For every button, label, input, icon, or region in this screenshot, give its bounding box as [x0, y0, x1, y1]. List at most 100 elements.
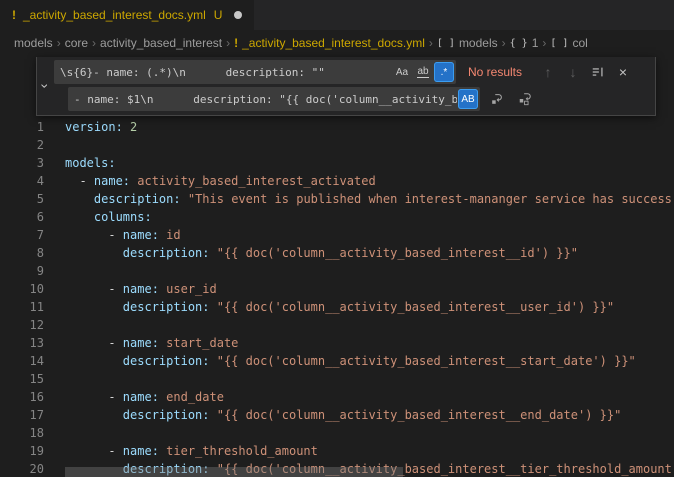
code-line[interactable]: - name: user_id	[65, 280, 674, 298]
warning-icon: !	[234, 36, 238, 50]
code-token: name:	[123, 336, 159, 350]
toggle-replace-button[interactable]: ›	[37, 60, 54, 111]
gutter: 1234567891011121314151617181920	[0, 118, 44, 477]
code-token: -	[65, 444, 123, 458]
line-number[interactable]: 20	[0, 460, 44, 477]
line-number[interactable]: 12	[0, 316, 44, 334]
line-number[interactable]: 11	[0, 298, 44, 316]
vscode-window: ! _activity_based_interest_docs.yml U mo…	[0, 0, 674, 477]
line-number[interactable]: 4	[0, 172, 44, 190]
line-number[interactable]: 13	[0, 334, 44, 352]
breadcrumb-item[interactable]: { }1	[510, 36, 539, 50]
previous-match-button[interactable]: ↑	[537, 61, 559, 83]
code-line[interactable]: columns:	[65, 208, 674, 226]
code-line[interactable]: - name: start_date	[65, 334, 674, 352]
replace-input[interactable]	[74, 93, 457, 106]
code-line[interactable]: description: "This event is published wh…	[65, 190, 674, 208]
code-token	[210, 246, 217, 260]
breadcrumb-item[interactable]: [ ]col	[550, 36, 587, 50]
code-line[interactable]: models:	[65, 154, 674, 172]
breadcrumb-label: core	[65, 36, 88, 50]
code-token: name:	[123, 444, 159, 458]
line-number[interactable]: 14	[0, 352, 44, 370]
tab-active-file[interactable]: ! _activity_based_interest_docs.yml U	[0, 0, 255, 30]
replace-all-button[interactable]	[514, 88, 536, 110]
close-button[interactable]: ×	[612, 61, 634, 83]
code-token: description:	[94, 192, 181, 206]
replace-icon	[490, 92, 504, 106]
line-number[interactable]: 9	[0, 262, 44, 280]
code-token: description:	[123, 354, 210, 368]
code-token: end_date	[166, 390, 224, 404]
line-number[interactable]: 8	[0, 244, 44, 262]
code-line[interactable]: version: 2	[65, 118, 674, 136]
find-in-selection-button[interactable]	[587, 61, 609, 83]
replace-input-box: AB	[68, 87, 480, 111]
breadcrumb-separator: ›	[429, 36, 433, 50]
regex-button[interactable]: .*	[434, 62, 454, 82]
breadcrumb-item[interactable]: core	[65, 36, 88, 50]
line-number[interactable]: 10	[0, 280, 44, 298]
breadcrumb-separator: ›	[542, 36, 546, 50]
line-number[interactable]: 18	[0, 424, 44, 442]
editor[interactable]: 1234567891011121314151617181920 version:…	[0, 56, 674, 477]
code-token: name:	[123, 390, 159, 404]
line-number[interactable]: 15	[0, 370, 44, 388]
code-token	[65, 408, 123, 422]
line-number[interactable]: 17	[0, 406, 44, 424]
code-token: tier_threshold_amount	[166, 444, 318, 458]
whole-word-button[interactable]: ab	[413, 62, 433, 82]
line-number[interactable]: 19	[0, 442, 44, 460]
code-line[interactable]: - name: id	[65, 226, 674, 244]
line-number[interactable]: 5	[0, 190, 44, 208]
breadcrumb-separator: ›	[502, 36, 506, 50]
code-token	[65, 192, 94, 206]
code-token: "{{ doc('column__activity_based_interest…	[217, 300, 614, 314]
symbol-array-icon: [ ]	[550, 38, 568, 49]
line-number[interactable]: 1	[0, 118, 44, 136]
code-line[interactable]	[65, 370, 674, 388]
preserve-case-button[interactable]: AB	[458, 89, 478, 109]
code-token: -	[65, 174, 94, 188]
code-line[interactable]: description: "{{ doc('column__activity_b…	[65, 298, 674, 316]
line-number[interactable]: 7	[0, 226, 44, 244]
code-line[interactable]	[65, 316, 674, 334]
code-line[interactable]	[65, 136, 674, 154]
breadcrumb-item[interactable]: activity_based_interest	[100, 36, 222, 50]
code-token: version:	[65, 120, 123, 134]
code-token: -	[65, 228, 123, 242]
code-line[interactable]	[65, 262, 674, 280]
replace-row: AB	[54, 87, 651, 111]
match-case-button[interactable]: Aa	[392, 62, 412, 82]
replace-button[interactable]	[486, 88, 508, 110]
line-number[interactable]: 6	[0, 208, 44, 226]
breadcrumb-label: _activity_based_interest_docs.yml	[242, 36, 425, 50]
code-token: start_date	[166, 336, 238, 350]
breadcrumb-item[interactable]: models	[14, 36, 53, 50]
code-token	[123, 120, 130, 134]
whole-word-label: ab	[417, 66, 428, 78]
code-line[interactable]: description: "{{ doc('column__activity_b…	[65, 244, 674, 262]
breadcrumb-item[interactable]: [ ]models	[437, 36, 498, 50]
find-input[interactable]	[60, 66, 391, 79]
line-number[interactable]: 16	[0, 388, 44, 406]
code-line[interactable]: - name: activity_based_interest_activate…	[65, 172, 674, 190]
code-line[interactable]: - name: tier_threshold_amount	[65, 442, 674, 460]
code-line[interactable]	[65, 424, 674, 442]
find-widget: › Aa ab .* No results ↑ ↓	[36, 57, 656, 116]
code-token: "This event is published when interest-m…	[188, 192, 672, 206]
line-number[interactable]: 2	[0, 136, 44, 154]
line-number[interactable]: 3	[0, 154, 44, 172]
code-line[interactable]: description: "{{ doc('column__activity_b…	[65, 406, 674, 424]
horizontal-scrollbar[interactable]	[65, 467, 403, 477]
breadcrumb-separator: ›	[57, 36, 61, 50]
breadcrumb-item[interactable]: ! _activity_based_interest_docs.yml	[234, 36, 425, 50]
code-token: description:	[123, 300, 210, 314]
code-line[interactable]: description: "{{ doc('column__activity_b…	[65, 352, 674, 370]
code-token: "{{ doc('column__activity_based_interest…	[217, 408, 622, 422]
code-line[interactable]: - name: end_date	[65, 388, 674, 406]
code-token	[210, 354, 217, 368]
tab-filename: _activity_based_interest_docs.yml	[23, 8, 206, 22]
dirty-indicator[interactable]	[234, 11, 242, 19]
next-match-button[interactable]: ↓	[562, 61, 584, 83]
